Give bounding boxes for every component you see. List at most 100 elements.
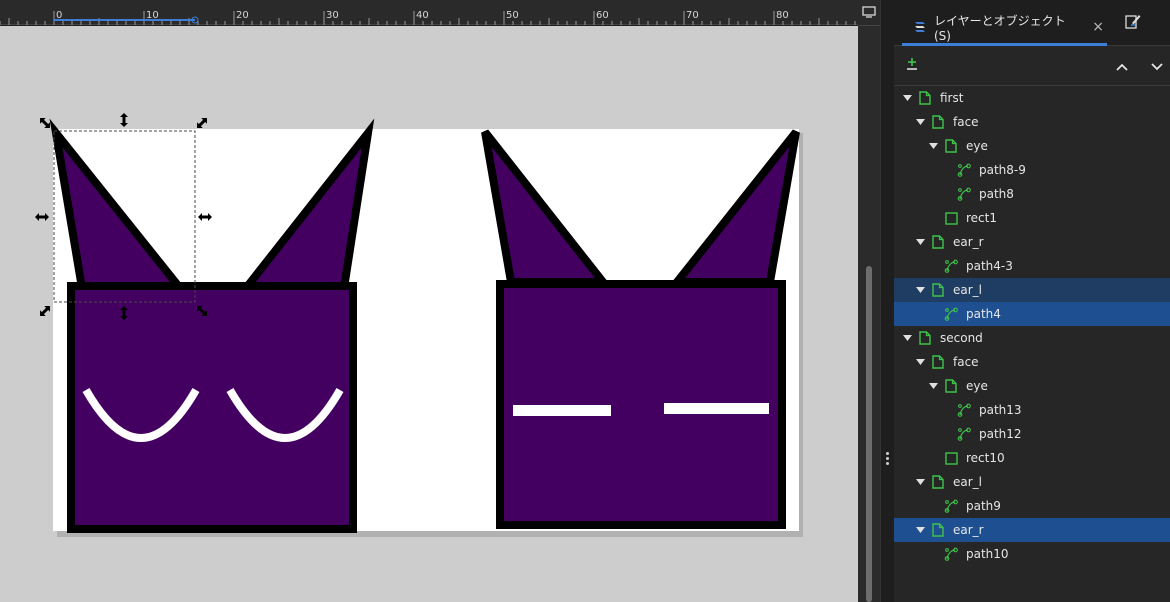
tree-row-label: path10 <box>966 547 1009 561</box>
tree-row-path8-9[interactable]: path8-9 <box>894 158 1170 182</box>
tree-row-label: path8-9 <box>979 163 1026 177</box>
path-icon <box>957 187 971 201</box>
layer-icon <box>918 331 932 345</box>
caret-spacer <box>928 453 938 463</box>
horizontal-ruler[interactable]: 0 10 20 30 40 50 60 70 80 <box>0 0 860 25</box>
path-icon <box>944 307 958 321</box>
tree-row-path12[interactable]: path12 <box>894 422 1170 446</box>
expand-caret-icon[interactable] <box>928 141 938 151</box>
caret-spacer <box>941 165 951 175</box>
scale-handle-left[interactable] <box>35 213 49 221</box>
move-down-button[interactable] <box>1145 54 1169 78</box>
canvas-vertical-scrollbar[interactable] <box>858 26 880 602</box>
tree-row-label: face <box>953 355 979 369</box>
expand-caret-icon[interactable] <box>915 117 925 127</box>
tree-row-face[interactable]: face <box>894 110 1170 134</box>
tree-row-ear_l[interactable]: ear_l <box>894 470 1170 494</box>
panel-splitter[interactable] <box>880 0 894 602</box>
expand-caret-icon[interactable] <box>915 285 925 295</box>
expand-caret-icon[interactable] <box>915 525 925 535</box>
expand-caret-icon[interactable] <box>915 477 925 487</box>
path-icon <box>944 547 958 561</box>
ruler-label: 20 <box>236 10 249 21</box>
tree-row-face[interactable]: face <box>894 350 1170 374</box>
inkscape-window: 0 10 20 30 40 50 60 70 80 レイヤーとオブジェクト(S)… <box>0 0 1170 602</box>
scale-handle-top[interactable] <box>120 113 128 127</box>
tree-row-path9[interactable]: path9 <box>894 494 1170 518</box>
tree-row-eye[interactable]: eye <box>894 374 1170 398</box>
display-mode-button[interactable] <box>858 0 880 26</box>
eye-left-second[interactable] <box>513 405 611 416</box>
scale-handle-bottom-left[interactable] <box>37 303 53 319</box>
layer-icon <box>944 139 958 153</box>
expand-caret-icon[interactable] <box>915 237 925 247</box>
tree-row-label: ear_l <box>953 475 983 489</box>
tree-row-path4-3[interactable]: path4-3 <box>894 254 1170 278</box>
ruler-label: 60 <box>596 10 609 21</box>
move-up-button[interactable] <box>1110 54 1134 78</box>
path-icon <box>957 427 971 441</box>
layer-icon <box>931 523 945 537</box>
eye-right-second[interactable] <box>664 403 769 414</box>
object-tree: first face eye path8-9 path8 rect1 ear_r path4-… <box>894 86 1170 566</box>
splitter-grip-icon[interactable] <box>886 452 889 466</box>
tree-row-label: face <box>953 115 979 129</box>
tree-row-path8[interactable]: path8 <box>894 182 1170 206</box>
ruler-label: 50 <box>506 10 519 21</box>
caret-spacer <box>928 501 938 511</box>
tree-row-first[interactable]: first <box>894 86 1170 110</box>
rect-icon <box>944 451 958 465</box>
tree-row-ear_l[interactable]: ear_l <box>894 278 1170 302</box>
tree-row-ear_r[interactable]: ear_r <box>894 230 1170 254</box>
tab-fill-stroke[interactable] <box>1122 12 1144 34</box>
caret-spacer <box>928 549 938 559</box>
tab-layers-objects[interactable]: レイヤーとオブジェクト(S) × <box>902 10 1107 46</box>
layer-icon <box>931 235 945 249</box>
scale-handle-top-right[interactable] <box>194 115 210 131</box>
tree-row-label: eye <box>966 139 988 153</box>
drawing-canvas[interactable] <box>0 26 858 602</box>
tab-label: レイヤーとオブジェクト(S) <box>934 13 1066 43</box>
tab-close-button[interactable]: × <box>1092 20 1104 34</box>
add-layer-button[interactable] <box>900 54 924 78</box>
tree-row-label: ear_l <box>953 283 983 297</box>
tree-row-path4[interactable]: path4 <box>894 302 1170 326</box>
scrollbar-thumb[interactable] <box>866 266 872 602</box>
ruler-svg: 0 10 20 30 40 50 60 70 80 <box>0 10 856 25</box>
tree-row-path10[interactable]: path10 <box>894 542 1170 566</box>
caret-spacer <box>941 405 951 415</box>
canvas-drawing <box>35 113 803 537</box>
tree-row-path13[interactable]: path13 <box>894 398 1170 422</box>
tree-row-label: path4 <box>966 307 1001 321</box>
pen-edit-icon <box>1124 12 1142 34</box>
tree-row-rect1[interactable]: rect1 <box>894 206 1170 230</box>
tree-row-label: ear_r <box>953 523 984 537</box>
path-icon <box>957 163 971 177</box>
path-icon <box>957 403 971 417</box>
tree-row-label: path8 <box>979 187 1014 201</box>
caret-spacer <box>928 309 938 319</box>
caret-spacer <box>928 213 938 223</box>
rect-icon <box>944 211 958 225</box>
expand-caret-icon[interactable] <box>902 333 912 343</box>
caret-spacer <box>928 261 938 271</box>
tree-row-rect10[interactable]: rect10 <box>894 446 1170 470</box>
expand-caret-icon[interactable] <box>902 93 912 103</box>
ruler-label: 80 <box>776 10 789 21</box>
tree-row-label: first <box>940 91 964 105</box>
tree-row-second[interactable]: second <box>894 326 1170 350</box>
face-rect-first[interactable] <box>67 282 357 533</box>
tree-row-label: ear_r <box>953 235 984 249</box>
tree-row-label: path12 <box>979 427 1022 441</box>
layers-icon <box>914 19 928 36</box>
tree-row-eye[interactable]: eye <box>894 134 1170 158</box>
tree-row-label: rect10 <box>966 451 1005 465</box>
monitor-icon <box>862 3 876 22</box>
add-layer-icon <box>904 56 920 76</box>
tree-row-ear_r[interactable]: ear_r <box>894 518 1170 542</box>
tree-row-label: path4-3 <box>966 259 1013 273</box>
expand-caret-icon[interactable] <box>928 381 938 391</box>
expand-caret-icon[interactable] <box>915 357 925 367</box>
caret-spacer <box>941 189 951 199</box>
layers-toolbar <box>894 46 1170 86</box>
